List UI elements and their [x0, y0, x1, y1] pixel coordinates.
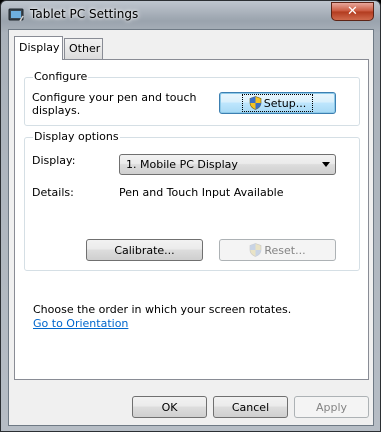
tab-display[interactable]: Display: [14, 36, 63, 60]
tab-panel-display: Configure Configure your pen and touch d…: [14, 59, 369, 380]
display-options-group-label: Display options: [33, 130, 120, 143]
display-label: Display:: [32, 154, 76, 167]
dialog-client-area: Display Other Configure Configure your p…: [8, 29, 374, 426]
uac-shield-icon: [249, 96, 262, 110]
tab-other-label: Other: [69, 42, 101, 55]
tablet-pc-icon: [8, 8, 24, 22]
setup-button[interactable]: Setup...: [219, 92, 336, 114]
chevron-down-icon: [322, 162, 330, 167]
tab-display-label: Display: [19, 41, 60, 54]
display-options-group: Display options Display: 1. Mobile PC Di…: [24, 130, 360, 271]
configure-description: Configure your pen and touch displays.: [32, 91, 197, 117]
details-value: Pen and Touch Input Available: [119, 186, 284, 199]
apply-button-label: Apply: [315, 400, 348, 414]
configure-group-label: Configure: [33, 70, 89, 83]
reset-button-label: Reset...: [264, 243, 306, 257]
details-label: Details:: [32, 186, 74, 199]
display-select-value: 1. Mobile PC Display: [126, 158, 238, 171]
setup-button-label: Setup...: [263, 96, 307, 110]
apply-button[interactable]: Apply: [294, 396, 369, 418]
reset-button[interactable]: Reset...: [219, 239, 336, 261]
ok-button-label: OK: [161, 400, 178, 414]
ok-button[interactable]: OK: [132, 396, 207, 418]
go-to-orientation-link[interactable]: Go to Orientation: [33, 317, 128, 330]
tab-other[interactable]: Other: [64, 38, 103, 59]
close-icon: ✕: [347, 4, 358, 19]
calibrate-button[interactable]: Calibrate...: [86, 239, 203, 261]
orientation-description: Choose the order in which your screen ro…: [33, 303, 292, 316]
cancel-button-label: Cancel: [231, 400, 270, 414]
window-title: Tablet PC Settings: [30, 7, 139, 21]
uac-shield-icon: [250, 243, 262, 257]
cancel-button[interactable]: Cancel: [213, 396, 288, 418]
dialog-window: Tablet PC Settings ✕ Display Other Confi…: [0, 0, 381, 432]
configure-group: Configure Configure your pen and touch d…: [24, 70, 360, 126]
display-select[interactable]: 1. Mobile PC Display: [119, 154, 336, 175]
calibrate-button-label: Calibrate...: [114, 243, 175, 257]
close-button[interactable]: ✕: [331, 2, 374, 21]
title-bar[interactable]: Tablet PC Settings ✕: [1, 1, 380, 29]
